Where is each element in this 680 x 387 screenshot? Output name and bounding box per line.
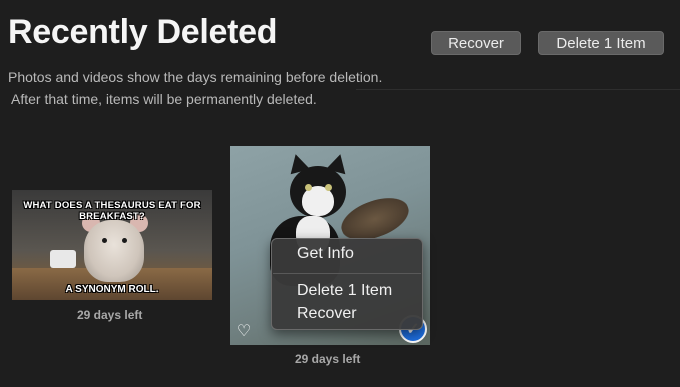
kitten-eye xyxy=(305,184,312,191)
kitten-eye xyxy=(325,184,332,191)
recover-button[interactable]: Recover xyxy=(431,31,521,55)
days-left-label: 29 days left xyxy=(295,352,361,366)
description-line-1: Photos and videos show the days remainin… xyxy=(8,69,383,85)
dish-image-part xyxy=(50,250,76,268)
menu-separator xyxy=(273,273,421,274)
delete-item-button[interactable]: Delete 1 Item xyxy=(538,31,664,55)
meme-top-text: WHAT DOES A THESAURUS EAT FOR BREAKFAST? xyxy=(23,200,201,222)
photo-thumbnail-meme[interactable]: WHAT DOES A THESAURUS EAT FOR BREAKFAST?… xyxy=(12,190,212,300)
menu-item-delete[interactable]: Delete 1 Item xyxy=(297,282,392,300)
menu-item-get-info[interactable]: Get Info xyxy=(297,245,354,263)
menu-item-recover[interactable]: Recover xyxy=(297,305,357,323)
divider xyxy=(356,89,680,90)
description-line-2: After that time, items will be permanent… xyxy=(11,91,317,107)
meme-bottom-text: A SYNONYM ROLL. xyxy=(65,284,159,295)
page-title: Recently Deleted xyxy=(8,13,278,51)
context-menu: Get Info Delete 1 Item Recover xyxy=(271,238,423,330)
favorite-heart-icon[interactable]: ♡ xyxy=(234,322,254,342)
days-left-label: 29 days left xyxy=(77,308,143,322)
page-description: Photos and videos show the days remainin… xyxy=(8,66,382,110)
rat-eye xyxy=(102,238,107,243)
rat-image-part xyxy=(84,220,144,282)
rat-eye xyxy=(122,238,127,243)
